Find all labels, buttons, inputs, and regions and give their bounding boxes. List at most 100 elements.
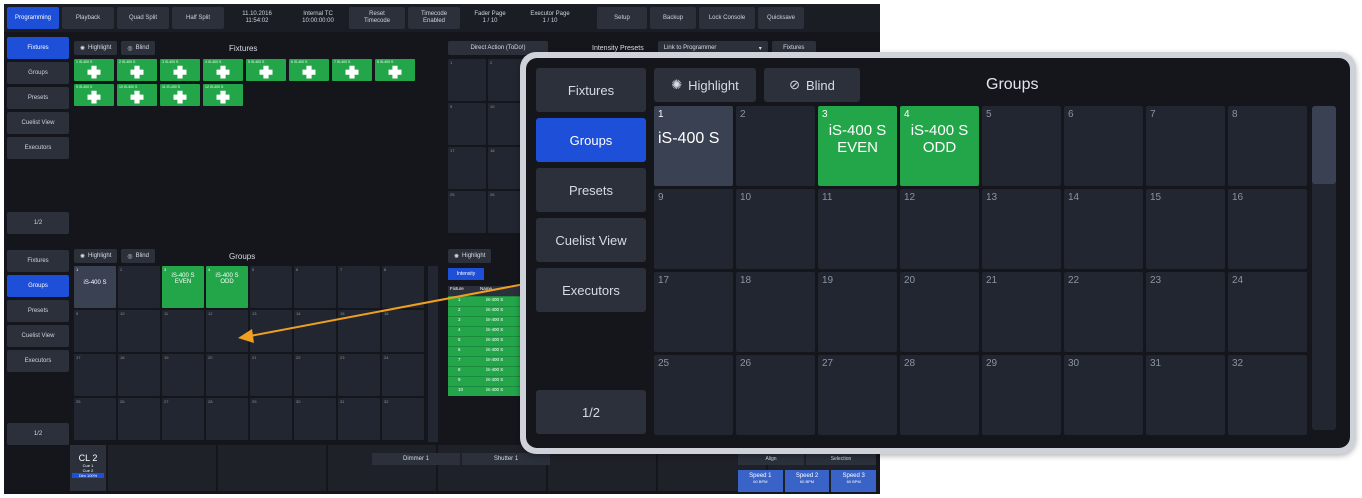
group-cell[interactable]: 4 iS-400 S ODD bbox=[206, 266, 248, 308]
group-cell[interactable]: 21 bbox=[982, 272, 1061, 352]
sidebar-item-presets[interactable]: Presets bbox=[7, 87, 69, 109]
align-button[interactable]: Align bbox=[738, 453, 804, 465]
fixture-tile[interactable]: 6 iS-400 S bbox=[289, 59, 329, 81]
group-cell[interactable]: 10 bbox=[736, 189, 815, 269]
group-cell[interactable]: 3 iS-400 S EVEN bbox=[162, 266, 204, 308]
fixture-tile[interactable]: 2 iS-400 S bbox=[117, 59, 157, 81]
group-cell[interactable]: 26 bbox=[118, 398, 160, 440]
group-cell[interactable]: 3 iS-400 S EVEN bbox=[818, 106, 897, 186]
group-cell[interactable]: 28 bbox=[900, 355, 979, 435]
sidebar-item-fixtures[interactable]: Fixtures bbox=[536, 68, 646, 112]
table-row[interactable]: 9 iS-400 S bbox=[448, 376, 528, 386]
group-cell[interactable]: 6 bbox=[1064, 106, 1143, 186]
group-cell[interactable]: 11 bbox=[162, 310, 204, 352]
sidebar-item-presets[interactable]: Presets bbox=[7, 300, 69, 322]
group-cell[interactable]: 13 bbox=[982, 189, 1061, 269]
group-cell[interactable]: 7 bbox=[1146, 106, 1225, 186]
fader-slot[interactable] bbox=[108, 445, 216, 491]
sidebar-item-cuelist-view[interactable]: Cuelist View bbox=[536, 218, 646, 262]
fixture-tile[interactable]: 7 iS-400 S bbox=[332, 59, 372, 81]
group-cell[interactable]: 12 bbox=[900, 189, 979, 269]
topbar-button-0[interactable]: Programming bbox=[7, 7, 59, 29]
fixture-tile[interactable]: 9 iS-400 S bbox=[74, 84, 114, 106]
group-cell[interactable]: 32 bbox=[1228, 355, 1307, 435]
group-cell[interactable]: 24 bbox=[1228, 272, 1307, 352]
group-cell[interactable]: 14 bbox=[294, 310, 336, 352]
group-cell[interactable]: 24 bbox=[382, 354, 424, 396]
group-cell[interactable]: 1 iS-400 S bbox=[74, 266, 116, 308]
zoom-page-button[interactable]: 1/2 bbox=[536, 390, 646, 434]
sidebar-item-executors[interactable]: Executors bbox=[7, 137, 69, 159]
group-cell[interactable]: 25 bbox=[74, 398, 116, 440]
group-cell[interactable]: 7 bbox=[338, 266, 380, 308]
group-cell[interactable]: 27 bbox=[162, 398, 204, 440]
fixture-tile[interactable]: 1 iS-400 S bbox=[74, 59, 114, 81]
dimmer-button[interactable]: Dimmer 1 bbox=[372, 453, 460, 465]
highlight-button[interactable]: ✺ Highlight bbox=[74, 41, 118, 55]
group-cell[interactable]: 9 bbox=[654, 189, 733, 269]
group-cell[interactable]: 27 bbox=[818, 355, 897, 435]
group-cell[interactable]: 18 bbox=[736, 272, 815, 352]
group-cell[interactable]: 15 bbox=[1146, 189, 1225, 269]
selection-button[interactable]: Selection bbox=[806, 453, 876, 465]
table-row[interactable]: 8 iS-400 S bbox=[448, 366, 528, 376]
group-cell[interactable]: 17 bbox=[654, 272, 733, 352]
group-cell[interactable]: 20 bbox=[900, 272, 979, 352]
group-cell[interactable]: 15 bbox=[338, 310, 380, 352]
group-cell[interactable]: 6 bbox=[294, 266, 336, 308]
preset-cell[interactable]: 9 bbox=[448, 103, 486, 145]
topbar-button-1[interactable]: Playback bbox=[62, 7, 114, 29]
table-row[interactable]: 3 iS-400 S bbox=[448, 316, 528, 326]
group-cell[interactable]: 11 bbox=[818, 189, 897, 269]
sidebar-item-groups[interactable]: Groups bbox=[7, 275, 69, 297]
highlight-button[interactable]: ✺ Highlight bbox=[448, 249, 492, 263]
scrollbar[interactable] bbox=[1312, 106, 1336, 430]
topbar-button-7[interactable]: Timecode Enabled bbox=[408, 7, 460, 29]
group-cell[interactable]: 23 bbox=[338, 354, 380, 396]
group-cell[interactable]: 8 bbox=[382, 266, 424, 308]
group-cell[interactable]: 23 bbox=[1146, 272, 1225, 352]
group-cell[interactable]: 28 bbox=[206, 398, 248, 440]
group-cell[interactable]: 22 bbox=[1064, 272, 1143, 352]
table-row[interactable]: 10 iS-400 S bbox=[448, 386, 528, 396]
highlight-button[interactable]: ✺ Highlight bbox=[74, 249, 118, 263]
group-cell[interactable]: 22 bbox=[294, 354, 336, 396]
group-cell[interactable]: 31 bbox=[338, 398, 380, 440]
group-cell[interactable]: 29 bbox=[250, 398, 292, 440]
group-cell[interactable]: 29 bbox=[982, 355, 1061, 435]
sidebar-item-groups[interactable]: Groups bbox=[7, 62, 69, 84]
table-row[interactable]: 1 iS-400 S bbox=[448, 296, 528, 306]
cuelist-fader[interactable]: CL 2 Cue 1 Cue 2 Dim 100% bbox=[70, 445, 106, 491]
sidebar-item-fixtures[interactable]: Fixtures bbox=[7, 37, 69, 59]
group-cell[interactable]: 30 bbox=[294, 398, 336, 440]
group-cell[interactable]: 31 bbox=[1146, 355, 1225, 435]
topbar-button-10[interactable]: Setup bbox=[597, 7, 647, 29]
speed-button[interactable]: Speed 2 60 BPM bbox=[784, 470, 830, 492]
group-cell[interactable]: 25 bbox=[654, 355, 733, 435]
fixture-tile[interactable]: 10 iS-400 S bbox=[117, 84, 157, 106]
table-row[interactable]: 7 iS-400 S bbox=[448, 356, 528, 366]
highlight-button[interactable]: ✺ Highlight bbox=[654, 68, 756, 102]
group-cell[interactable]: 9 bbox=[74, 310, 116, 352]
fixture-tile[interactable]: 11 iS-400 S bbox=[160, 84, 200, 106]
topbar-button-11[interactable]: Backup bbox=[650, 7, 696, 29]
topbar-button-2[interactable]: Quad Split bbox=[117, 7, 169, 29]
group-cell[interactable]: 1 iS-400 S bbox=[654, 106, 733, 186]
group-cell[interactable]: 8 bbox=[1228, 106, 1307, 186]
group-cell[interactable]: 12 bbox=[206, 310, 248, 352]
fixture-tile[interactable]: 4 iS-400 S bbox=[203, 59, 243, 81]
fader-slot[interactable] bbox=[328, 445, 436, 491]
speed-button[interactable]: Speed 1 60 BPM bbox=[738, 470, 783, 492]
topbar-button-13[interactable]: Quicksave bbox=[758, 7, 804, 29]
topbar-button-6[interactable]: Reset Timecode bbox=[349, 7, 405, 29]
speed-button[interactable]: Speed 3 60 BPM bbox=[831, 470, 877, 492]
sidebar-item-fixtures[interactable]: Fixtures bbox=[7, 250, 69, 272]
group-cell[interactable]: 16 bbox=[382, 310, 424, 352]
group-cell[interactable]: 26 bbox=[736, 355, 815, 435]
scrollbar[interactable] bbox=[428, 266, 438, 442]
group-cell[interactable]: 20 bbox=[206, 354, 248, 396]
preset-cell[interactable]: 17 bbox=[448, 147, 486, 189]
fixture-tile[interactable]: 8 iS-400 S bbox=[375, 59, 415, 81]
sidebar-item-presets[interactable]: Presets bbox=[536, 168, 646, 212]
sidebar-item-groups[interactable]: Groups bbox=[536, 118, 646, 162]
